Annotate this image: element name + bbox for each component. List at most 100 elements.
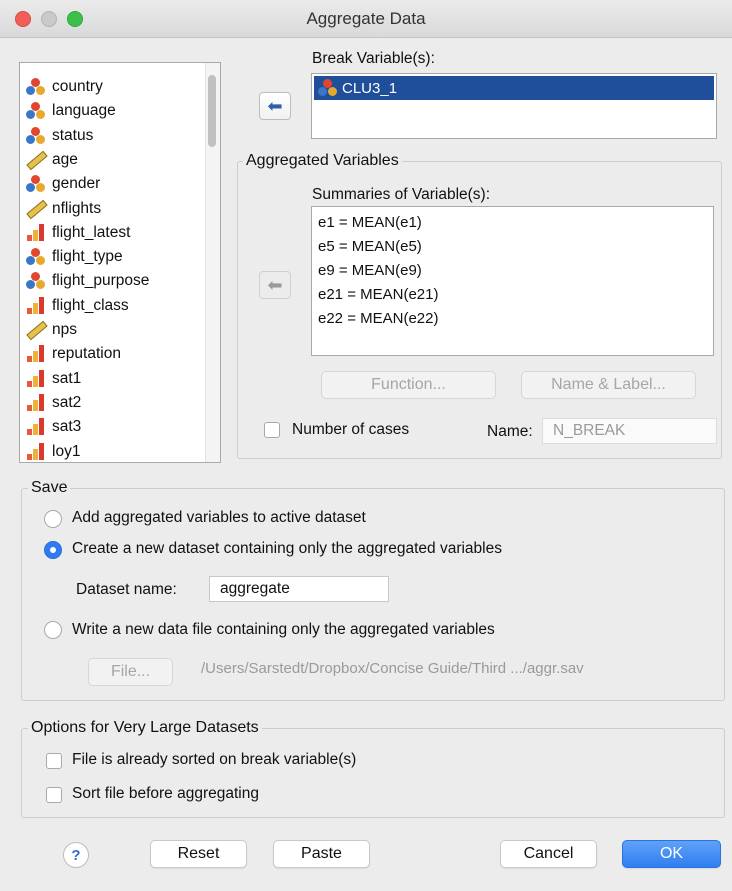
sort-before-aggregating-checkbox[interactable] bbox=[46, 787, 62, 803]
variable-list-item[interactable]: loy1 bbox=[24, 440, 81, 463]
variable-list[interactable]: country language status age gender nflights fl… bbox=[19, 62, 221, 463]
scale-icon bbox=[24, 319, 48, 341]
variable-list-item[interactable]: reputation bbox=[24, 342, 121, 366]
write-new-file-label: Write a new data file containing only th… bbox=[72, 621, 495, 638]
name-label: Name: bbox=[487, 423, 533, 440]
move-to-break-button[interactable]: ⬅ bbox=[259, 92, 291, 120]
save-group-title: Save bbox=[28, 479, 71, 497]
variable-list-item[interactable]: nflights bbox=[24, 197, 101, 221]
summary-item[interactable]: e21 = MEAN(e21) bbox=[318, 286, 438, 303]
variable-name: loy1 bbox=[52, 442, 81, 460]
paste-button[interactable]: Paste bbox=[273, 840, 370, 868]
variable-name: age bbox=[52, 150, 78, 168]
summaries-list[interactable]: e1 = MEAN(e1) e5 = MEAN(e5) e9 = MEAN(e9… bbox=[311, 206, 714, 356]
variable-list-item[interactable]: flight_type bbox=[24, 245, 123, 269]
write-new-file-radio[interactable] bbox=[44, 621, 62, 639]
variable-name: nflights bbox=[52, 199, 102, 217]
title-bar: Aggregate Data bbox=[0, 0, 732, 38]
variable-list-item[interactable]: flight_latest bbox=[24, 221, 130, 245]
function-button[interactable]: Function... bbox=[321, 371, 496, 399]
ordinal-icon bbox=[24, 343, 48, 365]
variable-name: flight_class bbox=[52, 296, 129, 314]
break-variable-list[interactable]: CLU3_1 bbox=[311, 73, 717, 139]
variable-name: flight_latest bbox=[52, 223, 131, 241]
variable-name: flight_purpose bbox=[52, 272, 150, 290]
nominal-icon bbox=[24, 270, 48, 292]
options-group bbox=[21, 728, 725, 818]
variable-list-item[interactable]: status bbox=[24, 124, 93, 148]
help-button[interactable]: ? bbox=[63, 842, 89, 868]
dataset-name-input[interactable]: aggregate bbox=[209, 576, 389, 602]
ordinal-icon bbox=[24, 441, 48, 463]
aggregated-variables-title: Aggregated Variables bbox=[243, 152, 402, 170]
scrollbar-thumb[interactable] bbox=[208, 75, 216, 147]
scale-icon bbox=[24, 149, 48, 171]
variable-list-item[interactable]: gender bbox=[24, 172, 100, 196]
nominal-icon bbox=[24, 125, 48, 147]
name-and-label-button[interactable]: Name & Label... bbox=[521, 371, 696, 399]
ordinal-icon bbox=[24, 295, 48, 317]
summary-item[interactable]: e5 = MEAN(e5) bbox=[318, 238, 422, 255]
ok-button[interactable]: OK bbox=[622, 840, 721, 868]
ordinal-icon bbox=[24, 368, 48, 390]
file-already-sorted-label: File is already sorted on break variable… bbox=[72, 751, 357, 768]
add-to-active-dataset-radio[interactable] bbox=[44, 510, 62, 528]
break-variable-name: CLU3_1 bbox=[342, 79, 398, 97]
summary-item[interactable]: e9 = MEAN(e9) bbox=[318, 262, 422, 279]
variable-name: status bbox=[52, 126, 94, 144]
move-to-summaries-button[interactable]: ⬅ bbox=[259, 271, 291, 299]
n-break-name-field[interactable]: N_BREAK bbox=[542, 418, 717, 444]
cancel-button[interactable]: Cancel bbox=[500, 840, 597, 868]
create-new-dataset-label: Create a new dataset containing only the… bbox=[72, 540, 502, 557]
variable-name: gender bbox=[52, 175, 101, 193]
file-button[interactable]: File... bbox=[88, 658, 173, 686]
break-variable-label: Break Variable(s): bbox=[312, 50, 435, 67]
scale-icon bbox=[24, 198, 48, 220]
variable-list-item[interactable]: sat2 bbox=[24, 391, 81, 415]
variable-name: sat2 bbox=[52, 393, 82, 411]
summary-item[interactable]: e22 = MEAN(e22) bbox=[318, 310, 438, 327]
variable-name: reputation bbox=[52, 345, 121, 363]
variable-list-item[interactable]: flight_purpose bbox=[24, 269, 149, 293]
variable-list-item[interactable]: sat3 bbox=[24, 415, 81, 439]
variable-list-item[interactable]: country bbox=[24, 75, 103, 99]
file-path-text: /Users/Sarstedt/Dropbox/Concise Guide/Th… bbox=[201, 660, 584, 677]
summaries-label: Summaries of Variable(s): bbox=[312, 186, 491, 203]
nominal-icon bbox=[24, 173, 48, 195]
variable-name: language bbox=[52, 102, 116, 120]
reset-button[interactable]: Reset bbox=[150, 840, 247, 868]
variable-list-scrollbar[interactable] bbox=[205, 63, 220, 462]
variable-list-item[interactable]: flight_class bbox=[24, 294, 129, 318]
window-title: Aggregate Data bbox=[306, 9, 426, 28]
aggregate-data-dialog: Aggregate Data country language status age g… bbox=[0, 0, 732, 891]
variable-name: flight_type bbox=[52, 248, 123, 266]
summary-item[interactable]: e1 = MEAN(e1) bbox=[318, 214, 422, 231]
nominal-icon bbox=[316, 77, 340, 99]
nominal-icon bbox=[24, 100, 48, 122]
number-of-cases-label: Number of cases bbox=[292, 421, 410, 438]
nominal-icon bbox=[24, 246, 48, 268]
arrow-left-icon: ⬅ bbox=[267, 95, 283, 116]
file-already-sorted-checkbox[interactable] bbox=[46, 753, 62, 769]
ordinal-icon bbox=[24, 392, 48, 414]
variable-name: sat1 bbox=[52, 369, 82, 387]
variable-name: sat3 bbox=[52, 418, 82, 436]
variable-list-item[interactable]: language bbox=[24, 99, 116, 123]
ordinal-icon bbox=[24, 222, 48, 244]
arrow-left-icon: ⬅ bbox=[267, 274, 283, 295]
variable-list-item[interactable]: sat1 bbox=[24, 367, 81, 391]
options-group-title: Options for Very Large Datasets bbox=[28, 719, 262, 737]
variable-list-item[interactable]: nps bbox=[24, 318, 77, 342]
dataset-name-label: Dataset name: bbox=[76, 581, 177, 598]
nominal-icon bbox=[24, 76, 48, 98]
create-new-dataset-radio[interactable] bbox=[44, 541, 62, 559]
add-to-active-dataset-label: Add aggregated variables to active datas… bbox=[72, 509, 366, 526]
ordinal-icon bbox=[24, 416, 48, 438]
variable-name: nps bbox=[52, 321, 77, 338]
help-icon: ? bbox=[71, 846, 81, 864]
break-variable-item[interactable]: CLU3_1 bbox=[314, 76, 714, 100]
variable-name: country bbox=[52, 78, 103, 95]
variable-list-item[interactable]: age bbox=[24, 148, 78, 172]
sort-before-aggregating-label: Sort file before aggregating bbox=[72, 785, 259, 802]
number-of-cases-checkbox[interactable] bbox=[264, 422, 280, 438]
